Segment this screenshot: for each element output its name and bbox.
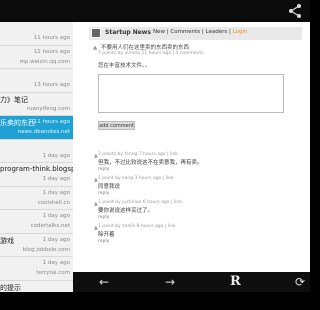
- story-text: 您在丰富技术文件。。: [98, 63, 151, 69]
- nav-login[interactable]: Login: [233, 29, 248, 35]
- sidebar-item[interactable]: 13 hours ago: [0, 69, 73, 93]
- comment-text: 同意我说: [98, 184, 121, 190]
- sidebar-item-time: 11 hours ago: [33, 48, 70, 55]
- webview: Startup News New | Comments | Leaders | …: [73, 22, 310, 272]
- nav-comments[interactable]: Comments: [170, 29, 200, 35]
- story-meta: 7 points by ximeta 11 hours ago | 4 comm…: [98, 51, 204, 56]
- back-arrow-icon[interactable]: ←: [99, 275, 109, 289]
- comment-textarea[interactable]: [98, 74, 284, 113]
- add-comment-button[interactable]: add comment: [98, 121, 135, 130]
- comment: ▲ 1 point by kang 3 hours ago | link 同意我说 r…: [94, 176, 298, 200]
- sidebar-item-meta: news.dbanotes.net: [17, 129, 70, 135]
- sidebar-item[interactable]: 的提示: [0, 281, 73, 293]
- site-header: Startup News New | Comments | Leaders | …: [89, 27, 302, 40]
- sidebar-item-time: 1 day ago: [42, 213, 70, 219]
- comment-meta: 2 points by fenng 7 hours ago | link: [98, 152, 178, 157]
- upvote-icon[interactable]: ▲: [94, 153, 98, 159]
- sidebar-item-meta: ruanyifeng.com: [26, 105, 70, 112]
- article-list: 11 hours ago mp.weixin.qq.com 11 hours ago…: [0, 22, 73, 292]
- sidebar-item-meta: 13 hours ago: [33, 82, 70, 88]
- comment: ▲ 1 point by shelik 8 hours ago | link 除开着…: [94, 224, 298, 248]
- sidebar-item-time: 11 hours ago: [33, 119, 70, 125]
- share-icon[interactable]: [286, 2, 304, 20]
- site-logo[interactable]: [91, 28, 101, 38]
- nav-leaders[interactable]: Leaders: [206, 29, 228, 35]
- site-nav: New | Comments | Leaders | Login: [153, 29, 248, 35]
- sidebar-item[interactable]: 游戏 blog.jobbole.com 1 day ago: [0, 234, 73, 257]
- sidebar-item[interactable]: 乐卖的东西 news.dbanotes.net 11 hours ago: [0, 116, 73, 140]
- comment-meta: 1 point by justinluo 6 hours ago | link: [98, 200, 182, 205]
- comment-text: 除开着: [98, 232, 115, 238]
- sidebar-item-title: 乐卖的东西: [0, 119, 35, 127]
- sidebar-item[interactable]: 11 hours ago: [0, 22, 73, 46]
- sidebar-item-title: program-think.blogspot.com: [0, 165, 73, 173]
- sidebar-item-meta: 1 day ago: [42, 152, 70, 159]
- story-title-row: ▲ 不要用人们在这里卖的东西卖的东西: [93, 43, 189, 51]
- site-title[interactable]: Startup News: [105, 29, 151, 36]
- browser-toolbar: ← → R ⟳: [73, 272, 310, 292]
- sidebar-item-title: 的提示: [0, 283, 21, 292]
- app-top-bar: [0, 0, 310, 22]
- sidebar-item-meta: 1 day ago: [42, 176, 70, 182]
- sidebar-item[interactable]: coolshell.cn 1 day ago: [0, 187, 73, 210]
- sidebar-item[interactable]: terrytai.com 1 day ago: [0, 257, 73, 281]
- comment-meta: 1 point by shelik 8 hours ago | link: [98, 224, 176, 229]
- forward-arrow-icon[interactable]: →: [165, 275, 175, 289]
- nav-new[interactable]: New: [153, 29, 165, 35]
- sidebar-item-meta: terrytai.com: [36, 270, 70, 276]
- upvote-icon[interactable]: ▲: [94, 201, 98, 207]
- sidebar-item-meta: mp.weixin.qq.com: [19, 58, 70, 65]
- sidebar-item-title: 力》笔记: [0, 95, 28, 104]
- sidebar-item-meta: coolshell.cn: [37, 199, 70, 206]
- sidebar-item[interactable]: program-think.blogspot.com 1 day ago: [0, 163, 73, 187]
- sidebar-item-time: 1 day ago: [42, 260, 70, 266]
- sidebar-item-meta: codertalks.net: [30, 223, 70, 229]
- sidebar-item-time: 1 day ago: [42, 236, 70, 243]
- comment-text: 要你说说这样买过了。: [98, 208, 154, 214]
- sidebar-item-meta: blog.jobbole.com: [22, 246, 70, 253]
- comment: ▲ 1 point by justinluo 6 hours ago | link…: [94, 200, 298, 224]
- reply-link[interactable]: reply: [98, 239, 298, 244]
- upvote-icon[interactable]: ▲: [94, 225, 98, 231]
- upvote-icon[interactable]: ▲: [94, 177, 98, 183]
- upvote-icon[interactable]: ▲: [93, 45, 97, 51]
- reply-link[interactable]: reply: [98, 167, 298, 172]
- sidebar-item-meta: 11 hours ago: [33, 35, 70, 41]
- refresh-icon[interactable]: ⟳: [295, 275, 305, 289]
- reply-link[interactable]: reply: [98, 191, 298, 196]
- sidebar-item-title: 游戏: [0, 236, 14, 245]
- comment-text: 但我，不过比较说这不在卖意我，再有卖。: [98, 160, 203, 166]
- sidebar-item[interactable]: codertalks.net 1 day ago: [0, 210, 73, 234]
- system-nav-bar: [0, 292, 310, 310]
- sidebar-item[interactable]: mp.weixin.qq.com 11 hours ago: [0, 46, 73, 69]
- comment-meta: 1 point by kang 3 hours ago | link: [98, 176, 174, 181]
- reply-link[interactable]: reply: [98, 215, 298, 220]
- comment: ▲ 2 points by fenng 7 hours ago | link 但我，…: [94, 152, 298, 176]
- readability-button[interactable]: R: [230, 274, 241, 289]
- sidebar-item[interactable]: 力》笔记 ruanyifeng.com: [0, 93, 73, 116]
- sidebar-item[interactable]: 1 day ago: [0, 140, 73, 163]
- sidebar-item-time: 1 day ago: [42, 189, 70, 196]
- comment-list: ▲ 2 points by fenng 7 hours ago | link 但我，…: [94, 152, 298, 248]
